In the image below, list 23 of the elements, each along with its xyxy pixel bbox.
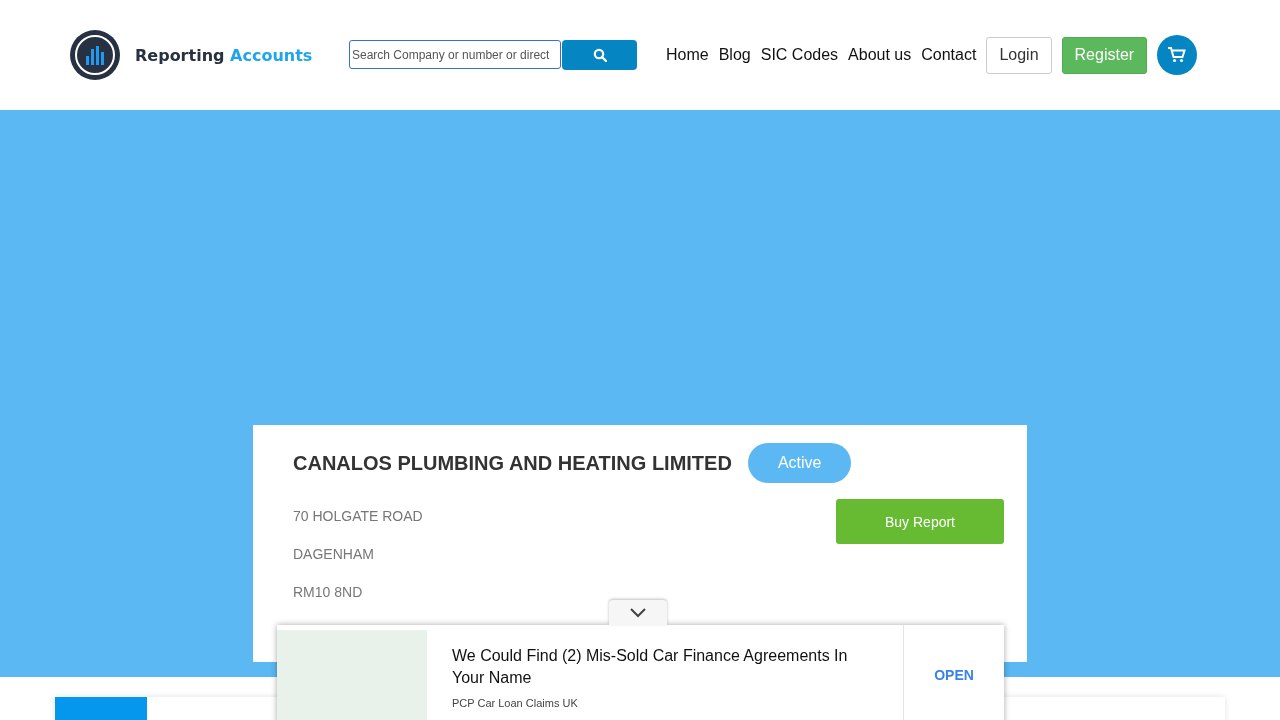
- ad-headline[interactable]: We Could Find (2) Mis-Sold Car Finance Agreements In Your Name: [452, 645, 878, 689]
- nav-link[interactable]: About us: [848, 46, 912, 64]
- address-line: 70 HOLGATE ROAD: [293, 508, 423, 524]
- cart-button[interactable]: [1157, 35, 1198, 75]
- collapse-button[interactable]: [609, 600, 667, 625]
- search-button[interactable]: [562, 40, 637, 70]
- open-button[interactable]: OPEN: [904, 625, 1004, 720]
- cart-icon: [1168, 47, 1187, 63]
- nav-link[interactable]: Contact: [921, 46, 977, 64]
- status-badge: Active: [747, 443, 852, 483]
- search-icon: [592, 48, 607, 62]
- company-name: CANALOS PLUMBING AND HEATING LIMITED: [293, 451, 732, 475]
- address-line: DAGENHAM: [293, 546, 375, 562]
- ad-advertiser: PCP Car Loan Claims UK: [452, 697, 579, 709]
- nav-link[interactable]: SIC Codes: [760, 46, 839, 64]
- chevron-down-icon: [630, 607, 646, 618]
- nav-link[interactable]: Blog: [718, 46, 751, 64]
- address-line: RM10 8ND: [293, 584, 364, 600]
- login-button[interactable]: Login: [986, 36, 1052, 74]
- nav-link[interactable]: Home: [666, 46, 709, 64]
- brand-name[interactable]: Reporting Accounts: [135, 45, 313, 65]
- bar-chart-logo-icon: [70, 30, 120, 80]
- search-field[interactable]: Search Company or number or direct: [349, 40, 561, 69]
